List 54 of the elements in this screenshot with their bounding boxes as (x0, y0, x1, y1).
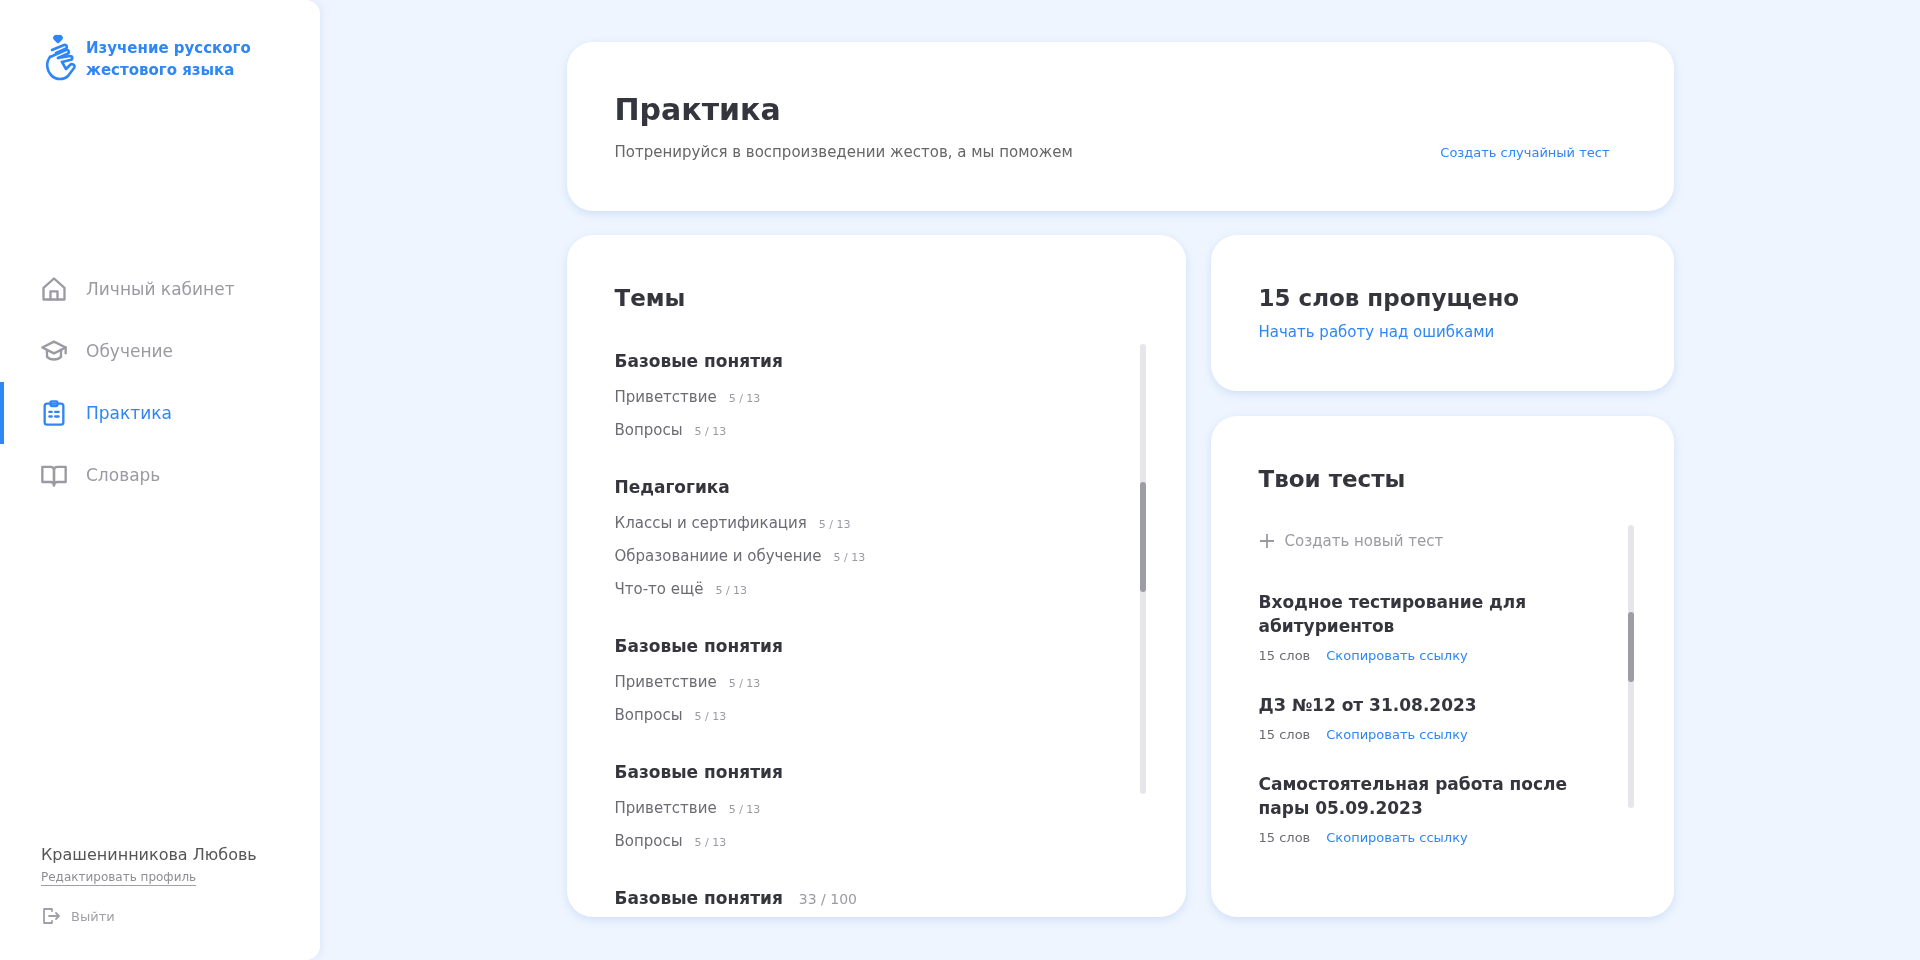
card-title: Темы (614, 285, 687, 311)
logout-button[interactable]: Выйти (41, 906, 320, 926)
page-title: Практика (614, 92, 782, 127)
page-subtitle: Потренируйся в воспроизведении жестов, а мы поможем (614, 143, 1073, 161)
topic-group-title: Базовые понятия (614, 762, 783, 782)
progress-count: 5 / 13 (818, 518, 851, 531)
topic-group-title: Базовые понятия (614, 888, 783, 908)
topic-link[interactable]: Образованиие и обучение (614, 547, 822, 565)
word-count: 15 слов (1258, 648, 1311, 663)
topic-link[interactable]: Вопросы (614, 706, 683, 724)
topic-link[interactable]: Приветствие (614, 388, 717, 406)
random-test-link[interactable]: Создать случайный тест (1440, 145, 1610, 160)
progress-count: 5 / 13 (728, 392, 761, 405)
progress-count: 5 / 13 (715, 584, 748, 597)
logo-text: Изучение русского жестового языка (86, 38, 252, 81)
logout-icon (41, 906, 61, 926)
progress-count: 5 / 13 (728, 803, 761, 816)
topic-group-title: Педагогика (614, 477, 730, 497)
nav-item[interactable]: Личный кабинет (0, 258, 320, 320)
progress-count: 5 / 13 (694, 710, 727, 723)
topic-group-title: Базовые понятия (614, 351, 783, 371)
progress-count: 5 / 13 (694, 836, 727, 849)
plus-icon (1258, 533, 1275, 549)
test-title: ДЗ №12 от 31.08.2023 (1258, 694, 1478, 717)
topic-link[interactable]: Вопросы (614, 421, 683, 439)
nav-item[interactable]: Практика (0, 382, 320, 444)
test-title: Входное тестирование для абитуриентов (1258, 591, 1528, 638)
card-title: 15 слов пропущено (1258, 285, 1521, 311)
review-mistakes-link[interactable]: Начать работу над ошибками (1258, 323, 1626, 341)
scrollbar[interactable] (1139, 344, 1146, 794)
word-count: 15 слов (1258, 830, 1311, 845)
progress-count: 5 / 13 (833, 551, 866, 564)
progress-count: 5 / 13 (728, 677, 761, 690)
scrollbar[interactable] (1627, 525, 1634, 808)
user-name: Крашенинникова Любовь (41, 845, 258, 864)
topic-group-title: Базовые понятия (614, 636, 783, 656)
topic-link[interactable]: Приветствие (614, 673, 717, 691)
copy-link[interactable]: Скопировать ссылку (1326, 727, 1468, 742)
copy-link[interactable]: Скопировать ссылку (1326, 830, 1468, 845)
progress-count: 33 / 100 (798, 891, 857, 907)
card-title: Твои тесты (1258, 466, 1407, 492)
test-title: Самостоятельная работа после пары 05.09.2023 (1258, 773, 1569, 820)
copy-link[interactable]: Скопировать ссылку (1326, 648, 1468, 663)
edit-profile-link[interactable]: Редактировать профиль (41, 870, 197, 886)
topic-link[interactable]: Классы и сертификация (614, 514, 807, 532)
progress-count: 5 / 13 (694, 425, 727, 438)
word-count: 15 слов (1258, 727, 1311, 742)
topic-link[interactable]: Приветствие (614, 799, 717, 817)
topic-link[interactable]: Что-то ещё (614, 580, 704, 598)
nav-item[interactable]: Словарь (0, 444, 320, 506)
create-test-button[interactable]: Создать новый тест (1258, 532, 1444, 550)
nav-item[interactable]: Обучение (0, 320, 320, 382)
home-icon (40, 275, 68, 303)
topic-link[interactable]: Вопросы (614, 832, 683, 850)
